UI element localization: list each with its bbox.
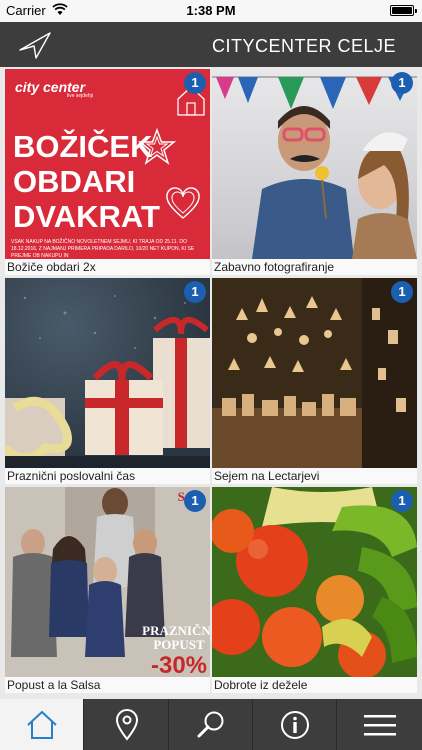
tile-image [5, 278, 210, 468]
notification-badge: 1 [391, 281, 413, 303]
star-icon [137, 127, 177, 165]
battery-icon [390, 5, 417, 16]
tile-caption: Sejem na Lectarjevi [212, 468, 417, 484]
heart-icon [166, 187, 200, 219]
tile-image [212, 69, 417, 259]
bottom-tab-bar [0, 699, 422, 750]
poster-tagline: live sejdehji [67, 93, 93, 99]
location-pin-icon [115, 708, 138, 741]
notification-badge: 1 [391, 72, 413, 94]
tab-location[interactable] [85, 699, 169, 750]
poster-fine-print: VSAK NAKUP NA BOŽIČNO NOVOLETNEM SEJMU, … [11, 239, 195, 259]
poster-headline-line-2: OBDARI [13, 164, 136, 199]
tile-caption: Praznični poslovalni čas [5, 468, 210, 484]
tile-image: city center live sejdehji BOŽIČEK OBDARI… [5, 69, 210, 259]
promo-line-1: PRAZNIČNI [142, 623, 210, 638]
tile-caption: Dobrote iz dežele [212, 677, 417, 693]
tile-popust-a-la-salsa[interactable]: Sal PRAZNIČNI POPUST -30% 1 Popust a la … [5, 487, 210, 693]
tile-image [212, 278, 417, 468]
tile-image: Sal PRAZNIČNI POPUST -30% [5, 487, 210, 677]
app-header: CITYCENTER CELJE [0, 22, 422, 67]
tile-image [212, 487, 417, 677]
tile-caption: Božiče obdari 2x [5, 259, 210, 275]
poster-headline-line-3: DVAKRAT [13, 199, 160, 234]
tab-menu[interactable] [337, 699, 422, 750]
app-logo-icon[interactable] [18, 30, 52, 60]
promo-percent: -30% [151, 652, 207, 677]
tile-sejem-na-lectarjevi[interactable]: 1 Sejem na Lectarjevi [212, 278, 417, 484]
photo-booth-illustration [212, 76, 417, 259]
tile-dobrote-iz-dezele[interactable]: 1 Dobrote iz dežele [212, 487, 417, 693]
notification-badge: 1 [391, 490, 413, 512]
home-icon [26, 710, 57, 739]
fashion-group-illustration: Sal PRAZNIČNI POPUST -30% [5, 487, 210, 677]
tile-praznicni-poslovalni-cas[interactable]: 1 Praznični poslovalni čas [5, 278, 210, 484]
promo-line-2: POPUST [153, 637, 205, 652]
tile-caption: Zabavno fotografiranje [212, 259, 417, 275]
menu-icon [363, 714, 396, 735]
search-icon [197, 711, 223, 737]
status-bar: Carrier 1:38 PM [0, 0, 422, 22]
tile-zabavno-fotografiranje[interactable]: 1 Zabavno fotografiranje [212, 69, 417, 275]
tab-search[interactable] [169, 699, 253, 750]
notification-badge: 1 [184, 490, 206, 512]
notification-badge: 1 [184, 281, 206, 303]
tab-info[interactable] [253, 699, 337, 750]
wooden-crafts-illustration [212, 278, 417, 468]
tab-home[interactable] [0, 699, 84, 750]
info-icon [280, 710, 309, 739]
tile-bozic-obdari[interactable]: city center live sejdehji BOŽIČEK OBDARI… [5, 69, 210, 275]
tile-caption: Popust a la Salsa [5, 677, 210, 693]
header-title: CITYCENTER CELJE [211, 36, 396, 56]
clock: 1:38 PM [186, 3, 236, 18]
vegetables-illustration [212, 487, 417, 677]
gift-boxes-illustration [5, 295, 210, 468]
notification-badge: 1 [184, 72, 206, 94]
